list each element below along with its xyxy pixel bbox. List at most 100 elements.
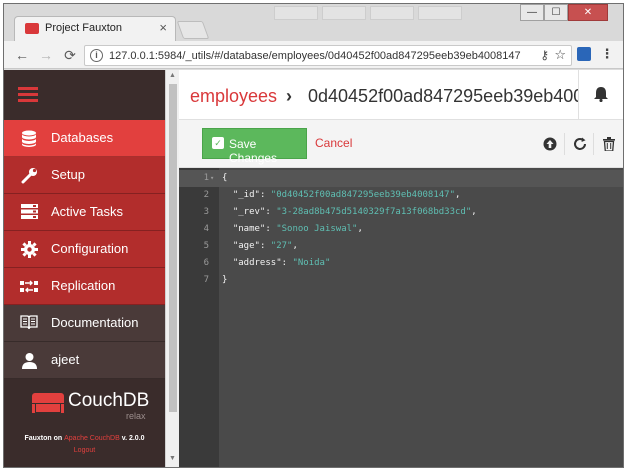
minimize-button[interactable]: — bbox=[520, 4, 544, 21]
user-icon bbox=[20, 352, 38, 369]
line-number: 1 bbox=[203, 173, 209, 183]
code-text: "age": "27", bbox=[232, 241, 298, 251]
json-string-value: "3-28ad8b475d5140329f7a13f068bd33cd" bbox=[276, 207, 472, 217]
code-text: "_id": "0d40452f00ad847295eeb39eb4008147… bbox=[232, 190, 461, 200]
version-prefix: Fauxton on bbox=[24, 435, 65, 442]
code-line[interactable]: 2 "_id": "0d40452f00ad847295eeb39eb40081… bbox=[179, 187, 623, 204]
breadcrumb-database-link[interactable]: employees bbox=[190, 86, 277, 107]
json-code-editor[interactable]: 1 ▾ {2 "_id": "0d40452f00ad847295eeb39eb40… bbox=[179, 168, 623, 467]
sidebar-scrollbar[interactable]: ▲ ▼ bbox=[165, 70, 179, 467]
couchdb-brand: CouchDB relax Fauxton on Apache CouchDB … bbox=[4, 380, 165, 467]
line-number: 6 bbox=[203, 258, 209, 268]
sidebar-item-label: ajeet bbox=[51, 352, 80, 367]
line-number: 4 bbox=[203, 224, 209, 234]
code-text: "_rev": "3-28ad8b475d5140329f7a13f068bd3… bbox=[232, 207, 477, 217]
sidebar-item-label: Active Tasks bbox=[51, 204, 124, 219]
clone-document-button[interactable] bbox=[564, 133, 594, 155]
sidebar-item-active-tasks[interactable]: Active Tasks bbox=[4, 194, 165, 231]
sidebar-top bbox=[4, 70, 165, 120]
code-line[interactable]: 7} bbox=[179, 272, 623, 289]
code-line[interactable]: 6 "address": "Noida" bbox=[179, 255, 623, 272]
json-key: "address" bbox=[232, 258, 282, 268]
chevron-right-icon: › bbox=[286, 86, 292, 106]
close-window-button[interactable]: ✕ bbox=[568, 4, 608, 21]
tab-close-icon[interactable]: × bbox=[159, 20, 167, 35]
code-text: "address": "Noida" bbox=[232, 258, 331, 268]
url-text[interactable]: 127.0.0.1:5984/_utils/#/database/employe… bbox=[109, 50, 521, 62]
tab-title: Project Fauxton bbox=[45, 22, 123, 34]
brand-name: CouchDB bbox=[68, 390, 150, 411]
notifications-button[interactable] bbox=[578, 70, 623, 120]
code-line[interactable]: 4 "name": "Sonoo Jaiswal", bbox=[179, 221, 623, 238]
couchdb-logo-icon bbox=[32, 393, 64, 413]
code-text: "name": "Sonoo Jaiswal", bbox=[232, 224, 363, 234]
line-number: 7 bbox=[203, 275, 209, 285]
sidebar-item-label: Replication bbox=[51, 278, 116, 293]
code-text: } bbox=[222, 275, 228, 285]
fold-arrow-icon[interactable]: ▾ bbox=[210, 170, 214, 187]
sidebar-item-label: Documentation bbox=[51, 315, 139, 330]
trash-icon bbox=[602, 137, 615, 152]
document-action-bar: ✓ Save Changes Cancel bbox=[179, 120, 623, 168]
save-changes-button[interactable]: ✓ Save Changes bbox=[202, 128, 307, 165]
sidebar-item-setup[interactable]: Setup bbox=[4, 157, 165, 194]
reload-icon[interactable]: ⟳ bbox=[60, 45, 80, 65]
check-icon: ✓ bbox=[212, 137, 224, 149]
upload-circle-icon bbox=[543, 137, 557, 151]
cancel-link[interactable]: Cancel bbox=[315, 136, 352, 150]
bell-icon bbox=[594, 87, 608, 102]
version-info: Fauxton on Apache CouchDB v. 2.0.0 bbox=[4, 435, 165, 442]
sidebar-item-databases[interactable]: Databases bbox=[4, 120, 165, 157]
document-id-title: 0d40452f00ad847295eeb39eb4008147 bbox=[308, 86, 578, 106]
code-line[interactable]: 3 "_rev": "3-28ad8b475d5140329f7a13f068b… bbox=[179, 204, 623, 221]
browser-tab[interactable]: Project Fauxton × bbox=[14, 16, 176, 41]
maximize-button[interactable]: ☐ bbox=[544, 4, 568, 21]
address-bar[interactable]: i 127.0.0.1:5984/_utils/#/database/emplo… bbox=[84, 45, 572, 66]
key-icon[interactable]: ⚷ bbox=[540, 48, 549, 62]
json-key: "_rev" bbox=[232, 207, 266, 217]
browser-menu-icon[interactable]: ⋮ bbox=[600, 46, 614, 62]
json-string-value: "27" bbox=[270, 241, 293, 251]
line-number: 3 bbox=[203, 207, 209, 217]
apache-couchdb-link[interactable]: Apache CouchDB bbox=[64, 435, 120, 442]
json-string-value: "Noida" bbox=[292, 258, 331, 268]
forward-arrow-icon[interactable]: → bbox=[36, 45, 56, 65]
code-text: { bbox=[222, 173, 228, 183]
extension-icon[interactable] bbox=[577, 47, 591, 61]
sidebar-item-replication[interactable]: Replication bbox=[4, 268, 165, 305]
code-line[interactable]: 5 "age": "27", bbox=[179, 238, 623, 255]
json-string-value: "Sonoo Jaiswal" bbox=[276, 224, 358, 234]
couchdb-favicon-icon bbox=[25, 23, 39, 34]
delete-document-button[interactable] bbox=[593, 133, 623, 155]
code-line[interactable]: 1 ▾ { bbox=[179, 170, 623, 187]
line-number: 2 bbox=[203, 190, 209, 200]
background-tab bbox=[274, 6, 318, 20]
browser-toolbar: ← → ⟳ i 127.0.0.1:5984/_utils/#/database… bbox=[4, 41, 623, 69]
tasks-icon bbox=[20, 204, 38, 221]
scroll-up-arrow-icon[interactable]: ▲ bbox=[169, 72, 176, 79]
logout-link[interactable]: Logout bbox=[4, 447, 165, 454]
bookmark-star-icon[interactable]: ☆ bbox=[554, 47, 566, 63]
sidebar-item-configuration[interactable]: Configuration bbox=[4, 231, 165, 268]
sidebar-item-documentation[interactable]: Documentation bbox=[4, 305, 165, 342]
background-tab bbox=[418, 6, 462, 20]
brand-tagline: relax bbox=[126, 411, 146, 421]
scroll-down-arrow-icon[interactable]: ▼ bbox=[169, 455, 176, 462]
fauxton-app: Databases Setup Active Tasks Configurati… bbox=[4, 70, 623, 467]
sidebar-item-label: Configuration bbox=[51, 241, 129, 256]
hamburger-menu-icon[interactable] bbox=[18, 87, 38, 102]
background-window-tabs bbox=[274, 6, 514, 24]
sidebar-item-label: Databases bbox=[51, 130, 114, 145]
tab-strip: Project Fauxton × — ☐ ✕ bbox=[4, 4, 623, 41]
scrollbar-thumb[interactable] bbox=[169, 84, 177, 412]
new-tab-button[interactable] bbox=[176, 21, 210, 39]
save-changes-label: Save Changes bbox=[229, 137, 278, 165]
sidebar: Databases Setup Active Tasks Configurati… bbox=[4, 70, 165, 467]
sidebar-item-user[interactable]: ajeet bbox=[4, 342, 165, 379]
site-info-icon[interactable]: i bbox=[90, 49, 103, 62]
code-lines[interactable]: 1 ▾ {2 "_id": "0d40452f00ad847295eeb39eb40… bbox=[179, 170, 623, 289]
breadcrumb: employees › 0d40452f00ad847295eeb39eb400… bbox=[179, 70, 623, 120]
upload-attachment-button[interactable] bbox=[535, 133, 565, 155]
browser-window: Project Fauxton × — ☐ ✕ ← → ⟳ i 127.0.0.… bbox=[3, 3, 624, 468]
back-arrow-icon[interactable]: ← bbox=[12, 45, 32, 65]
